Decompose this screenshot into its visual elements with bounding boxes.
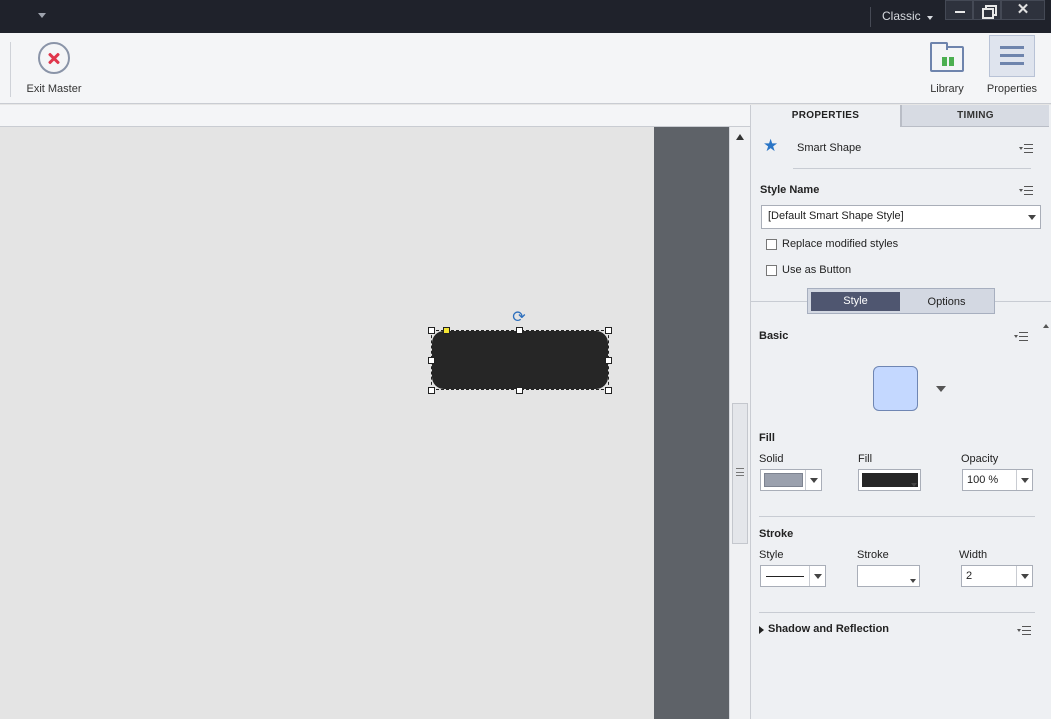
fill-color-picker[interactable] xyxy=(858,469,921,491)
fill-section-title: Fill xyxy=(759,432,775,444)
workspace-switcher[interactable]: Classic xyxy=(882,9,921,23)
chevron-down-icon xyxy=(1028,215,1036,220)
stage-header-strip xyxy=(0,105,750,127)
style-menu-icon[interactable] xyxy=(1019,185,1033,197)
properties-panel: PROPERTIES TIMING ★ Smart Shape Style Na… xyxy=(750,105,1051,719)
tab-options[interactable]: Options xyxy=(900,292,993,311)
shadow-menu-icon[interactable] xyxy=(1017,625,1031,637)
replace-modified-checkbox[interactable] xyxy=(766,239,777,250)
style-options-toggle: Style Options xyxy=(807,288,995,314)
properties-button[interactable] xyxy=(989,35,1035,77)
stroke-line-sample xyxy=(766,576,804,577)
chevron-down-icon xyxy=(805,470,821,490)
fill-color-sample xyxy=(862,473,918,487)
stroke-width-dropdown[interactable]: 2 xyxy=(961,565,1033,587)
toolbar-divider xyxy=(10,42,11,97)
fill-label: Fill xyxy=(858,453,873,465)
exit-master-label: Exit Master xyxy=(26,83,82,95)
library-label: Library xyxy=(930,83,964,95)
offstage-area xyxy=(654,127,729,719)
solid-fill-sample xyxy=(764,473,803,487)
divider xyxy=(759,612,1035,613)
panel-menu-icon[interactable] xyxy=(1019,143,1033,155)
divider xyxy=(759,516,1035,517)
stroke-width-label: Width xyxy=(959,549,988,561)
resize-handle-right[interactable] xyxy=(605,357,612,364)
library-button[interactable]: Library xyxy=(922,37,972,99)
expand-arrow-icon[interactable] xyxy=(759,626,764,634)
opacity-dropdown[interactable]: 100 % xyxy=(962,469,1033,491)
fill-type-dropdown[interactable] xyxy=(760,469,822,491)
stroke-style-label: Style xyxy=(759,549,784,561)
opacity-value: 100 % xyxy=(967,474,999,486)
properties-icon xyxy=(1000,46,1024,66)
style-name-value: [Default Smart Shape Style] xyxy=(768,210,904,222)
stroke-style-dropdown[interactable] xyxy=(760,565,826,587)
stroke-width-value: 2 xyxy=(966,570,973,582)
chevron-down-icon xyxy=(1016,470,1032,490)
divider xyxy=(793,168,1031,169)
book-icon xyxy=(942,57,954,66)
resize-handle-bottom-left[interactable] xyxy=(428,387,435,394)
selection-box xyxy=(431,330,609,390)
exit-master-button[interactable]: Exit Master xyxy=(18,37,90,99)
title-bar: Classic ✕ xyxy=(0,0,1051,33)
basic-label: Basic xyxy=(759,330,789,342)
tab-timing[interactable]: TIMING xyxy=(901,105,1049,127)
tab-properties[interactable]: PROPERTIES xyxy=(751,105,901,127)
grip-icon xyxy=(736,468,744,476)
corner-radius-handle[interactable] xyxy=(443,327,450,334)
stroke-label: Stroke xyxy=(857,549,889,561)
divider xyxy=(751,301,807,302)
rotate-handle-icon[interactable]: ⟳ xyxy=(511,309,527,325)
swatch-dropdown-icon[interactable] xyxy=(936,386,946,392)
resize-handle-top[interactable] xyxy=(516,327,523,334)
stage-canvas[interactable] xyxy=(0,127,654,719)
stroke-section-title: Stroke xyxy=(759,528,794,540)
vertical-scrollbar[interactable] xyxy=(729,127,750,719)
resize-handle-top-right[interactable] xyxy=(605,327,612,334)
library-folder-icon xyxy=(930,42,964,72)
chevron-down-icon[interactable] xyxy=(927,16,933,20)
chevron-down-icon xyxy=(910,579,916,583)
style-name-dropdown[interactable]: [Default Smart Shape Style] xyxy=(761,205,1041,229)
resize-handle-left[interactable] xyxy=(428,357,435,364)
chevron-down-icon xyxy=(911,483,917,487)
panel-scroll-up-icon[interactable] xyxy=(1043,324,1049,328)
use-as-button-checkbox[interactable] xyxy=(766,265,777,276)
minimize-button[interactable] xyxy=(945,0,973,20)
opacity-label: Opacity xyxy=(961,453,999,465)
panel-tabs: PROPERTIES TIMING xyxy=(751,105,1051,127)
close-circle-icon xyxy=(38,42,70,74)
scroll-up-icon[interactable] xyxy=(736,134,744,140)
chevron-down-icon xyxy=(1016,566,1032,586)
app-menu-arrow-icon[interactable] xyxy=(38,13,46,18)
scrollbar-thumb[interactable] xyxy=(732,403,748,544)
use-as-button-label: Use as Button xyxy=(782,264,852,276)
style-name-label: Style Name xyxy=(760,184,820,196)
resize-handle-bottom[interactable] xyxy=(516,387,523,394)
basic-menu-icon[interactable] xyxy=(1014,331,1028,343)
stroke-color-picker[interactable] xyxy=(857,565,920,587)
restore-button[interactable] xyxy=(973,0,1001,20)
solid-label: Solid xyxy=(759,453,784,465)
chevron-down-icon xyxy=(809,566,825,586)
object-type-label: Smart Shape xyxy=(797,142,862,154)
shadow-reflection-label[interactable]: Shadow and Reflection xyxy=(768,623,889,635)
replace-modified-label: Replace modified styles xyxy=(782,238,899,250)
basic-style-swatch[interactable] xyxy=(873,366,918,411)
title-separator xyxy=(870,7,871,27)
close-button[interactable]: ✕ xyxy=(1001,0,1045,20)
tab-style[interactable]: Style xyxy=(811,292,900,311)
resize-handle-top-left[interactable] xyxy=(428,327,435,334)
toolbar: Exit Master Library Properties xyxy=(0,33,1051,104)
star-icon: ★ xyxy=(763,136,779,156)
divider xyxy=(995,301,1051,302)
properties-label: Properties xyxy=(986,83,1038,95)
resize-handle-bottom-right[interactable] xyxy=(605,387,612,394)
